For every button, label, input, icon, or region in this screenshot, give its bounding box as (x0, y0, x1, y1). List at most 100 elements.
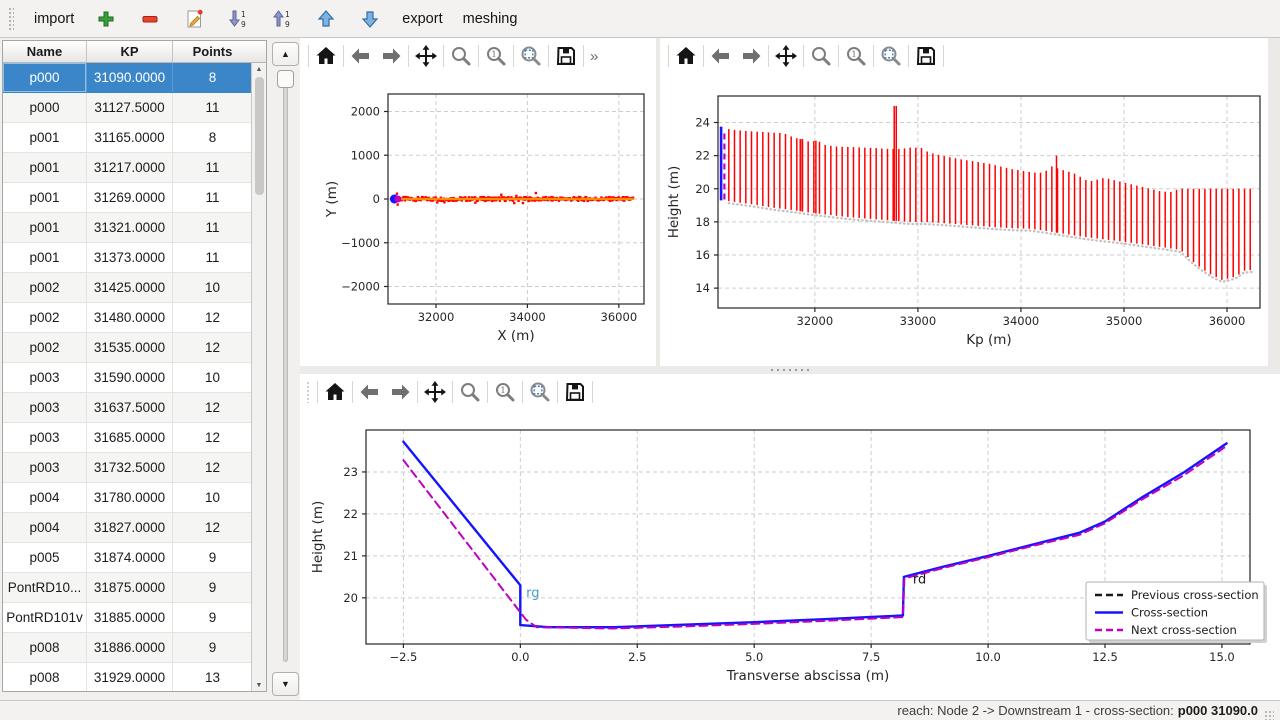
table-row[interactable]: p00331590.000010 (3, 363, 252, 393)
table-row[interactable]: p00131165.00008 (3, 123, 252, 153)
cell-points[interactable]: 12 (173, 423, 252, 452)
move-up-button[interactable] (314, 7, 338, 31)
home-button[interactable] (320, 377, 350, 407)
zoom-button[interactable] (446, 41, 476, 71)
plan-view-plot[interactable]: 320003400036000−2000−1000010002000X (m)Y… (300, 74, 656, 366)
table-row[interactable]: p00331637.500012 (3, 393, 252, 423)
cell-points[interactable]: 11 (173, 243, 252, 272)
cell-points[interactable]: 9 (173, 543, 252, 572)
table-row[interactable]: p00831929.000013 (3, 663, 252, 691)
cell-points[interactable]: 11 (173, 153, 252, 182)
cell-name[interactable]: p001 (3, 183, 87, 212)
table-row[interactable]: p00131217.000011 (3, 153, 252, 183)
zoom-to-rect-button[interactable] (525, 377, 555, 407)
zoom-to-rect-button[interactable] (516, 41, 546, 71)
pan-button[interactable] (411, 41, 441, 71)
cell-kp[interactable]: 31886.0000 (87, 633, 173, 662)
save-button[interactable] (560, 377, 590, 407)
table-row[interactable]: PontRD10...31875.00009 (3, 573, 252, 603)
cell-kp[interactable]: 31780.0000 (87, 483, 173, 512)
toolbar-overflow-icon[interactable]: » (586, 48, 598, 65)
cell-kp[interactable]: 31885.0000 (87, 603, 173, 632)
back-button[interactable] (706, 41, 736, 71)
table-row[interactable]: p00331685.000012 (3, 423, 252, 453)
cell-kp[interactable]: 31875.0000 (87, 573, 173, 602)
export-button[interactable]: export (402, 11, 442, 27)
cell-points[interactable]: 8 (173, 63, 252, 92)
sort-ascending-button[interactable]: 19 (226, 7, 250, 31)
forward-button[interactable] (385, 377, 415, 407)
home-button[interactable] (311, 41, 341, 71)
pan-button[interactable] (420, 377, 450, 407)
zoom-button[interactable] (455, 377, 485, 407)
edit-button[interactable] (182, 7, 206, 31)
cell-points[interactable]: 11 (173, 93, 252, 122)
section-slider-thumb[interactable] (277, 70, 294, 88)
cell-name[interactable]: p001 (3, 123, 87, 152)
zoom-original-button[interactable]: 1 (481, 41, 511, 71)
cell-kp[interactable]: 31217.0000 (87, 153, 173, 182)
sort-descending-button[interactable]: 19 (270, 7, 294, 31)
profile-view-plot[interactable]: 3200033000340003500036000141618202224Kp … (660, 74, 1268, 366)
back-button[interactable] (355, 377, 385, 407)
cell-points[interactable]: 10 (173, 483, 252, 512)
table-row[interactable]: p00431827.000012 (3, 513, 252, 543)
cell-name[interactable]: p001 (3, 243, 87, 272)
cell-name[interactable]: p002 (3, 333, 87, 362)
cell-kp[interactable]: 31685.0000 (87, 423, 173, 452)
column-header-points[interactable]: Points (173, 41, 252, 62)
table-scrollbar[interactable]: ▲ ▼ (251, 63, 266, 691)
cell-name[interactable]: PontRD101v (3, 603, 87, 632)
cross-section-plot[interactable]: rgrd−2.50.02.55.07.510.012.515.020212223… (300, 410, 1280, 700)
move-down-button[interactable] (358, 7, 382, 31)
cell-name[interactable]: p001 (3, 213, 87, 242)
cell-kp[interactable]: 31373.0000 (87, 243, 173, 272)
cell-points[interactable]: 11 (173, 213, 252, 242)
cell-name[interactable]: p000 (3, 63, 87, 92)
remove-button[interactable] (138, 7, 162, 31)
scrollbar-thumb[interactable] (255, 77, 264, 195)
zoom-original-button[interactable]: 1 (490, 377, 520, 407)
cell-name[interactable]: PontRD10... (3, 573, 87, 602)
cell-name[interactable]: p008 (3, 663, 87, 691)
cell-points[interactable]: 9 (173, 573, 252, 602)
table-row[interactable]: p00031127.500011 (3, 93, 252, 123)
cell-name[interactable]: p001 (3, 153, 87, 182)
resize-grip-icon[interactable] (1264, 710, 1274, 720)
horizontal-splitter[interactable] (300, 366, 1280, 374)
cell-points[interactable]: 12 (173, 393, 252, 422)
cell-name[interactable]: p002 (3, 273, 87, 302)
column-header-name[interactable]: Name (3, 41, 87, 62)
cell-points[interactable]: 8 (173, 123, 252, 152)
cell-points[interactable]: 12 (173, 333, 252, 362)
pan-button[interactable] (771, 41, 801, 71)
cell-name[interactable]: p003 (3, 363, 87, 392)
meshing-button[interactable]: meshing (463, 11, 518, 27)
table-row[interactable]: p00031090.00008 (3, 63, 252, 93)
zoom-original-button[interactable]: 1 (841, 41, 871, 71)
cell-points[interactable]: 12 (173, 513, 252, 542)
scroll-up-icon[interactable]: ▲ (252, 63, 266, 75)
scroll-down-icon[interactable]: ▼ (252, 679, 266, 691)
cell-name[interactable]: p004 (3, 483, 87, 512)
cell-kp[interactable]: 31480.0000 (87, 303, 173, 332)
cell-kp[interactable]: 31827.0000 (87, 513, 173, 542)
table-row[interactable]: p00131373.000011 (3, 243, 252, 273)
cell-name[interactable]: p008 (3, 633, 87, 662)
cell-kp[interactable]: 31269.0000 (87, 183, 173, 212)
cell-kp[interactable]: 31637.5000 (87, 393, 173, 422)
cell-name[interactable]: p004 (3, 513, 87, 542)
cell-points[interactable]: 9 (173, 603, 252, 632)
save-button[interactable] (551, 41, 581, 71)
table-row[interactable]: p00331732.500012 (3, 453, 252, 483)
table-row[interactable]: p00131269.000011 (3, 183, 252, 213)
cell-name[interactable]: p003 (3, 423, 87, 452)
cell-points[interactable]: 10 (173, 363, 252, 392)
table-row[interactable]: p00231425.000010 (3, 273, 252, 303)
column-header-kp[interactable]: KP (87, 41, 173, 62)
cell-kp[interactable]: 31425.0000 (87, 273, 173, 302)
zoom-to-rect-button[interactable] (876, 41, 906, 71)
cell-kp[interactable]: 31165.0000 (87, 123, 173, 152)
cell-name[interactable]: p002 (3, 303, 87, 332)
cell-kp[interactable]: 31929.0000 (87, 663, 173, 691)
